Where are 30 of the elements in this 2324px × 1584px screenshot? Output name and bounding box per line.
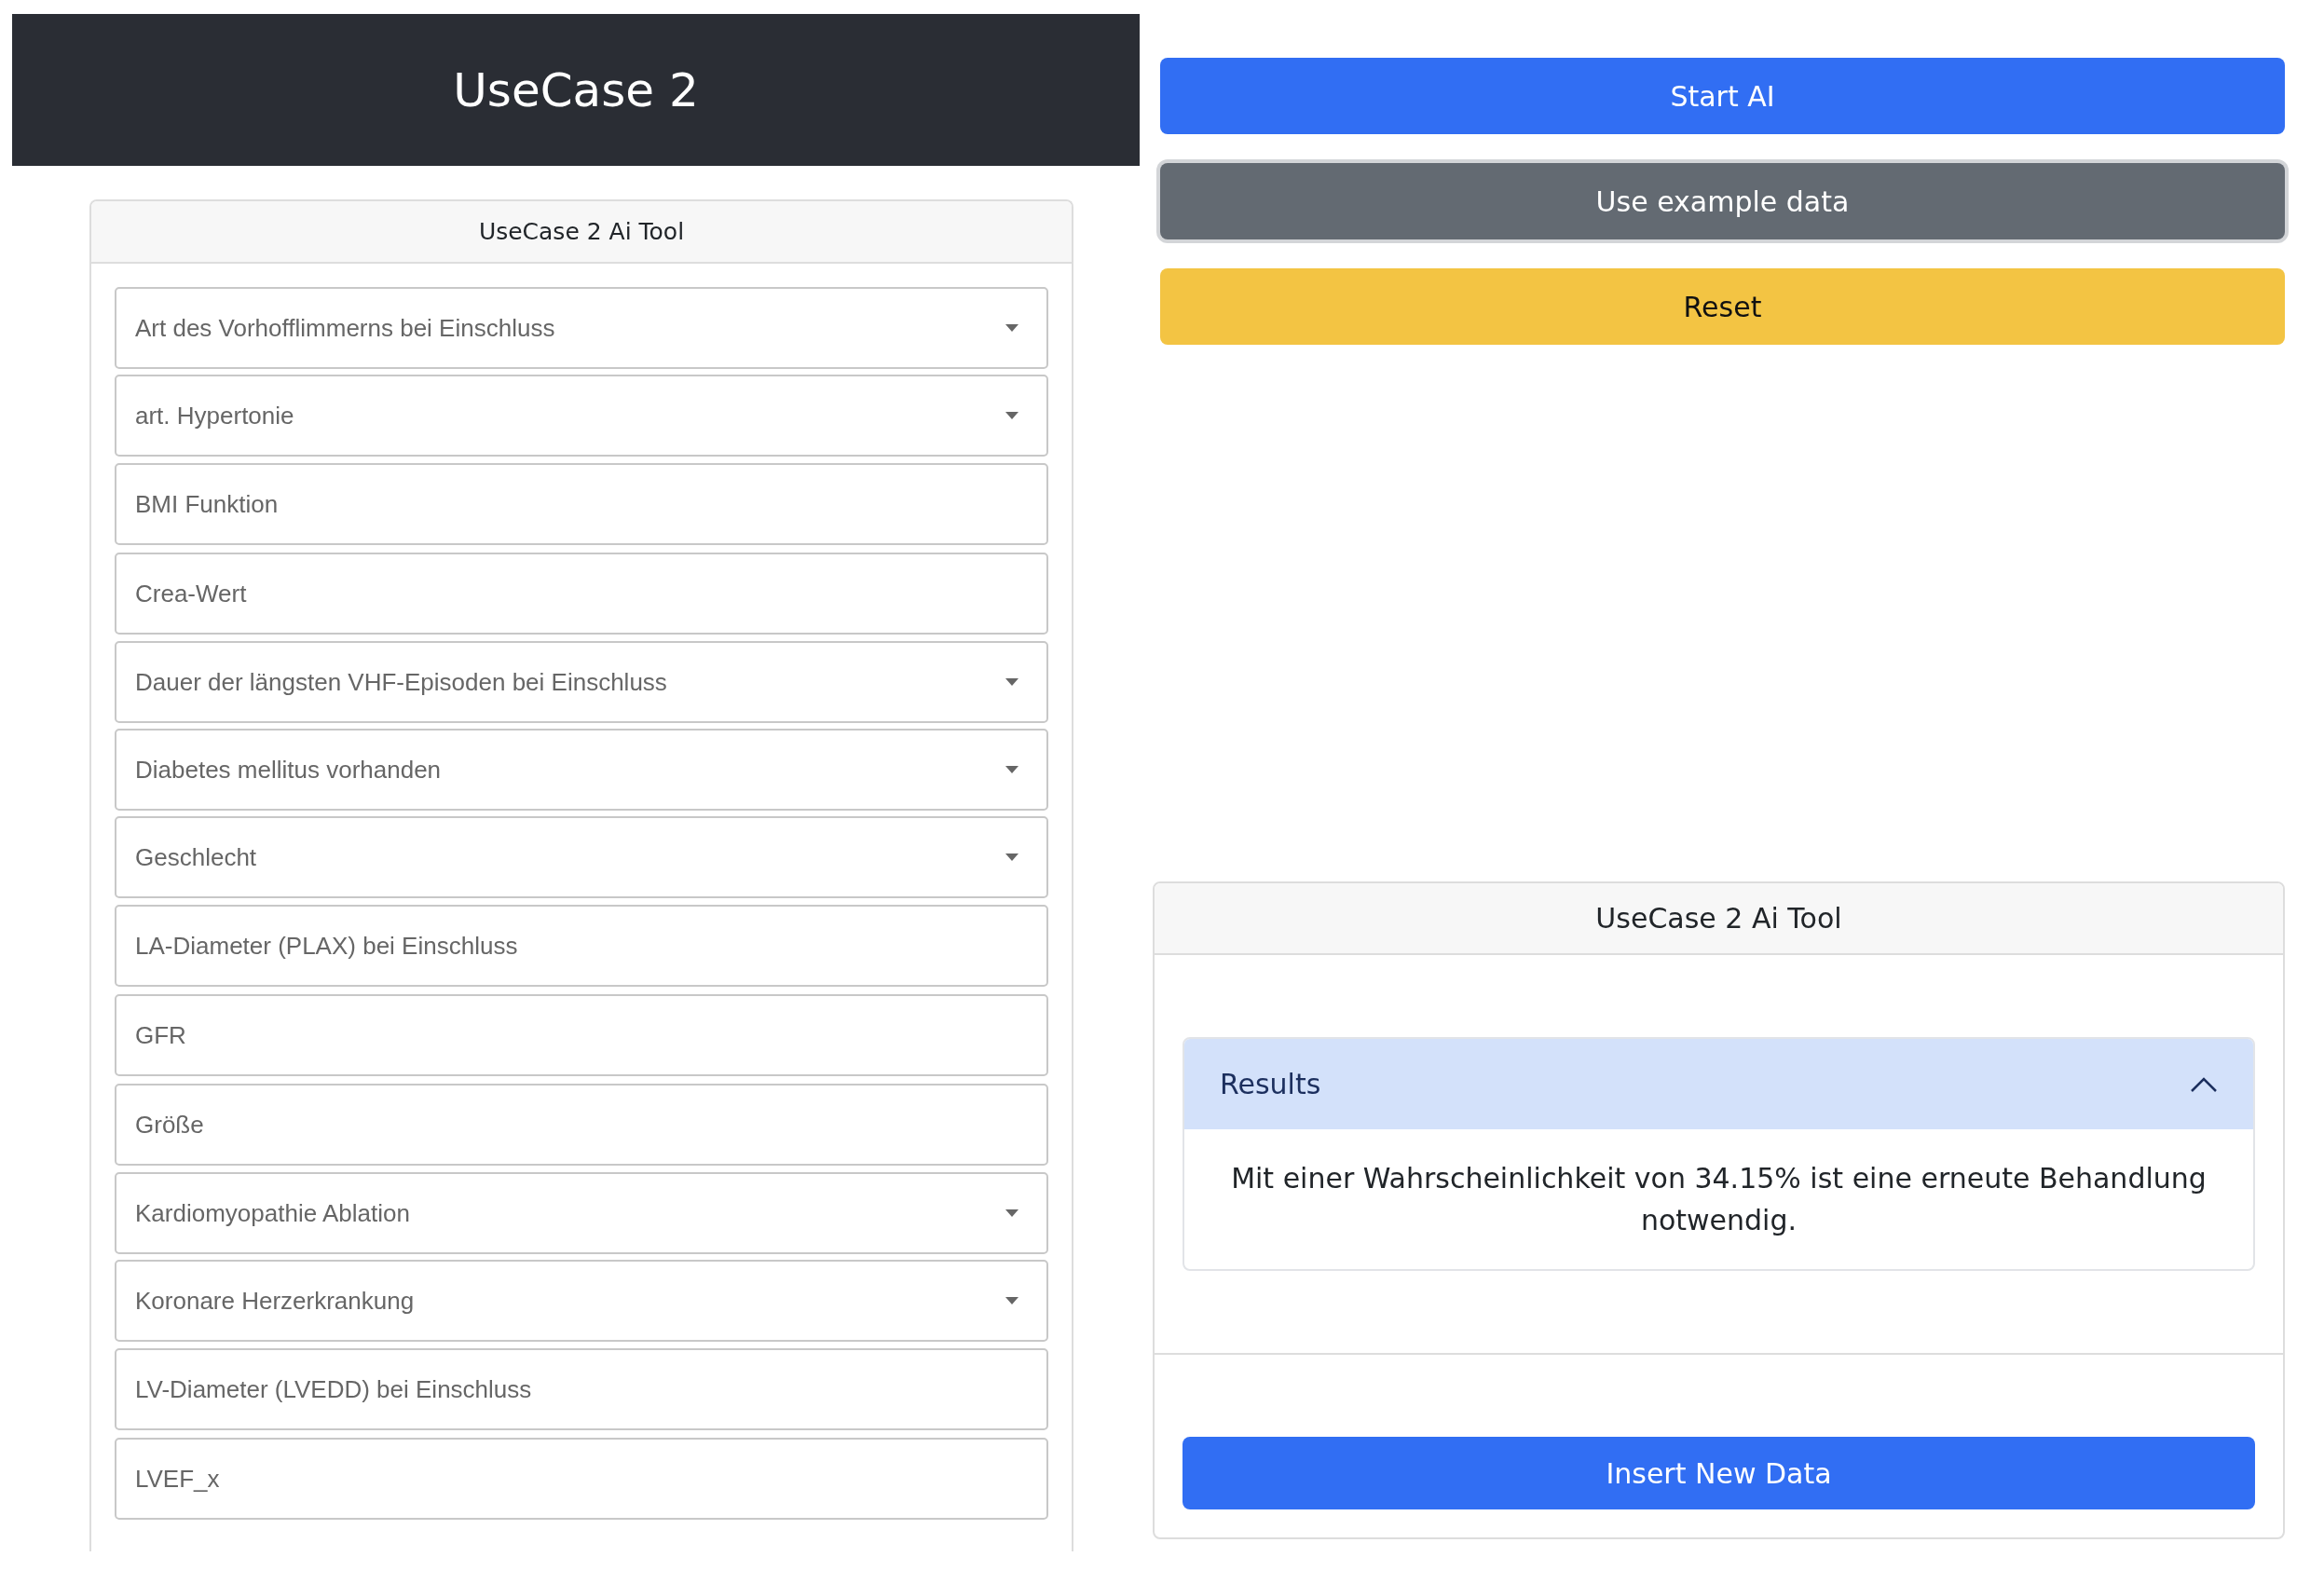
input-field[interactable]: GFR <box>115 994 1048 1076</box>
caret-icon <box>1005 1297 1018 1304</box>
input-field[interactable]: Größe <box>115 1084 1048 1166</box>
accordion-header[interactable]: Results <box>1184 1039 2253 1129</box>
select-field[interactable]: Diabetes mellitus vorhanden <box>115 729 1048 811</box>
card-title: UseCase 2 Ai Tool <box>1155 883 2283 955</box>
caret-icon <box>1005 678 1018 686</box>
caret-icon <box>1005 324 1018 332</box>
insert-button[interactable]: Insert New Data <box>1183 1437 2255 1509</box>
chevron-icon <box>2190 1075 2218 1093</box>
select-field[interactable]: Art des Vorhofflimmerns bei Einschluss <box>115 287 1048 369</box>
action-button[interactable]: Start AI <box>1160 58 2285 134</box>
caret-icon <box>1005 766 1018 773</box>
select-field[interactable]: Kardiomyopathie Ablation <box>115 1172 1048 1254</box>
result-text: Mit einer Wahrscheinlichkeit von 34.15% ist eine erneute Behandlung notwendig. <box>1231 1162 2207 1236</box>
select-field[interactable]: Geschlecht <box>115 816 1048 898</box>
action-button[interactable]: Reset <box>1160 268 2285 345</box>
input-field[interactable]: LA-Diameter (PLAX) bei Einschluss <box>115 905 1048 987</box>
caret-icon <box>1005 412 1018 419</box>
input-field[interactable]: LV-Diameter (LVEDD) bei Einschluss <box>115 1348 1048 1430</box>
page-title: UseCase 2 <box>453 62 699 117</box>
input-field[interactable]: Crea-Wert <box>115 553 1048 635</box>
caret-icon <box>1005 1209 1018 1217</box>
select-field[interactable]: Koronare Herzerkrankung <box>115 1260 1048 1342</box>
select-field[interactable]: Dauer der längsten VHF-Episoden bei Einschluss <box>115 641 1048 723</box>
select-field[interactable]: art. Hypertonie <box>115 375 1048 457</box>
card-title: UseCase 2 Ai Tool <box>91 201 1072 264</box>
input-field[interactable]: BMI Funktion <box>115 463 1048 545</box>
input-field[interactable]: LVEF_x <box>115 1438 1048 1520</box>
caret-icon <box>1005 853 1018 861</box>
